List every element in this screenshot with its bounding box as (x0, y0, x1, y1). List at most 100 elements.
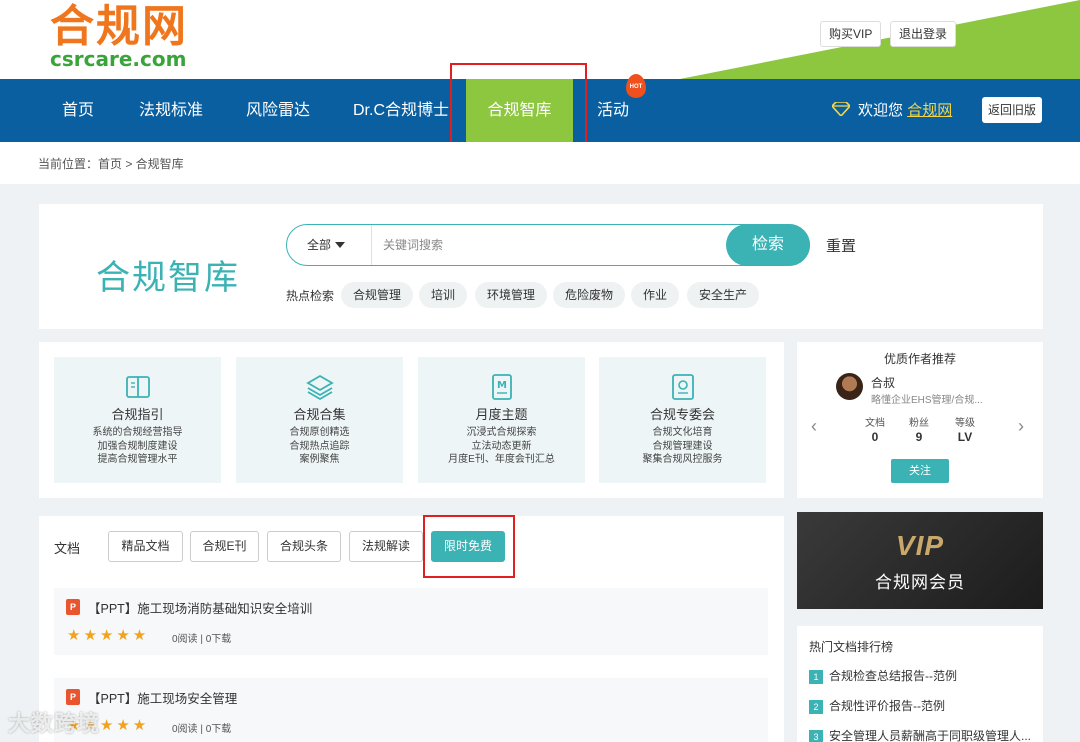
doc-stats: 0阅读 | 0下载 (172, 724, 232, 735)
stat-label: 粉丝 (909, 418, 929, 429)
desc-line: 加强合规制度建设 (97, 440, 178, 452)
desc-line: 月度E刊、年度会刊汇总 (448, 454, 555, 465)
desc-line: 沉浸式合规探索 (466, 427, 537, 438)
doc-title[interactable]: 【PPT】施工现场消防基础知识安全培训 (88, 598, 312, 617)
list-item[interactable]: P 【PPT】施工现场消防基础知识安全培训 ★★★★★ 0阅读 | 0下载 (54, 588, 768, 655)
rank-title: 安全管理人员薪酬高于同职级管理人... (829, 729, 1032, 742)
hot-tag[interactable]: 安全生产 (687, 282, 760, 308)
logo-cn: 合规网 (50, 1, 188, 52)
welcome-area: 欢迎您 合规网 (832, 79, 952, 142)
nav-item-regulations[interactable]: 法规标准 (139, 79, 203, 142)
highlight-box-nav (450, 63, 587, 153)
desc-line: 案例聚焦 (299, 454, 340, 465)
desc-line: 合规文化培育 (652, 427, 713, 438)
stat-label: 文档 (865, 418, 885, 429)
desc-line: 聚集合规风控服务 (642, 454, 723, 465)
chevron-right-icon[interactable]: › (1018, 416, 1024, 437)
category-card-committee[interactable]: 合规专委会 合规文化培育 合规管理建设 聚集合规风控服务 (599, 357, 766, 483)
hot-search-label: 热点检索 (286, 289, 335, 303)
vip-logo: VIP (895, 530, 945, 561)
tab-featured-docs[interactable]: 精品文档 (108, 531, 183, 562)
ranking-item[interactable]: 2 合规性评价报告--范例 (809, 697, 945, 714)
document-m-icon: M (492, 374, 512, 400)
desc-line: 合规原创精选 (289, 427, 350, 438)
layers-icon (306, 374, 334, 401)
category-card-monthly[interactable]: M 月度主题 沉浸式合规探索 立法动态更新 月度E刊、年度会刊汇总 (418, 357, 585, 483)
vip-text: 合规网会员 (875, 573, 965, 592)
logo-en: csrcare.com (50, 47, 187, 71)
list-item[interactable]: P 【PPT】施工现场安全管理 ★★★★★ 0阅读 | 0下载 (54, 678, 768, 742)
hot-tag[interactable]: 环境管理 (475, 282, 548, 308)
rank-number: 3 (809, 730, 823, 742)
doc-title[interactable]: 【PPT】施工现场安全管理 (88, 688, 237, 707)
vip-banner[interactable]: VIP 合规网会员 (797, 512, 1043, 609)
category-desc: 系统的合规经营指导 加强合规制度建设 提高合规管理水平 (54, 426, 221, 467)
ranking-item[interactable]: 1 合规检查总结报告--范例 (809, 667, 957, 684)
username-link[interactable]: 合规网 (907, 102, 952, 119)
category-title: 月度主题 (475, 407, 528, 422)
search-input[interactable] (383, 233, 713, 257)
logout-button[interactable]: 退出登录 (890, 21, 957, 47)
welcome-text: 欢迎您 (858, 102, 904, 119)
desc-line: 合规管理建设 (652, 440, 713, 452)
breadcrumb-bar: 当前位置：首页 > 合规智库 (0, 142, 1080, 184)
desc-line: 提高合规管理水平 (97, 454, 178, 465)
category-desc: 沉浸式合规探索 立法动态更新 月度E刊、年度会刊汇总 (418, 426, 585, 467)
watermark: 大数跨境 (8, 711, 101, 736)
category-desc: 合规原创精选 合规热点追踪 案例聚焦 (236, 426, 403, 467)
hot-tag[interactable]: 危险废物 (553, 282, 626, 308)
diamond-icon (832, 102, 850, 116)
rank-title: 合规检查总结报告--范例 (829, 669, 957, 683)
doc-stats: 0阅读 | 0下载 (172, 634, 232, 645)
stat-value: LV (957, 430, 973, 444)
buy-vip-button[interactable]: 购买VIP (820, 21, 882, 47)
stat-value: 9 (915, 430, 923, 444)
category-card-guide[interactable]: 合规指引 系统的合规经营指导 加强合规制度建设 提高合规管理水平 (54, 357, 221, 483)
tab-e-journal[interactable]: 合规E刊 (190, 531, 259, 562)
stat-value: 0 (871, 430, 879, 444)
nav-item-home[interactable]: 首页 (62, 79, 94, 142)
book-icon (126, 376, 150, 398)
rank-number: 1 (809, 670, 823, 684)
svg-text:M: M (497, 380, 507, 391)
hot-tag[interactable]: 培训 (419, 282, 468, 308)
category-title: 合规专委会 (649, 407, 715, 422)
ranking-item[interactable]: 3 安全管理人员薪酬高于同职级管理人... (809, 727, 1031, 742)
category-desc: 合规文化培育 合规管理建设 聚集合规风控服务 (599, 426, 766, 467)
reset-button[interactable]: 重置 (826, 235, 856, 256)
docs-label: 文档 (54, 541, 81, 556)
tab-headlines[interactable]: 合规头条 (267, 531, 341, 562)
rank-title: 合规性评价报告--范例 (829, 699, 945, 713)
ppt-file-icon: P (66, 599, 80, 615)
hot-tag[interactable]: 作业 (631, 282, 680, 308)
nav-item-events[interactable]: 活动 (597, 79, 629, 142)
rating-stars: ★★★★★ (67, 627, 150, 644)
hot-badge-icon: HOT (626, 74, 646, 98)
page-title: 合规智库 (96, 259, 240, 297)
tab-interpretation[interactable]: 法规解读 (349, 531, 423, 562)
author-name[interactable]: 合叔 (871, 374, 895, 391)
avatar[interactable] (836, 373, 863, 400)
old-version-button[interactable]: 返回旧版 (982, 97, 1043, 123)
category-card-collection[interactable]: 合规合集 合规原创精选 合规热点追踪 案例聚焦 (236, 357, 403, 483)
ppt-file-icon: P (66, 689, 80, 705)
nav-item-drc[interactable]: Dr.C合规博士 (353, 79, 449, 142)
hot-tag[interactable]: 合规管理 (341, 282, 414, 308)
breadcrumb: 当前位置：首页 > 合规智库 (38, 157, 184, 171)
desc-line: 系统的合规经营指导 (92, 427, 183, 438)
follow-button[interactable]: 关注 (891, 459, 949, 483)
site-logo[interactable]: 合规网 csrcare.com (50, 1, 188, 71)
chevron-left-icon[interactable]: ‹ (811, 416, 817, 437)
nav-item-risk-radar[interactable]: 风险雷达 (246, 79, 310, 142)
rank-number: 2 (809, 700, 823, 714)
ranking-title: 热门文档排行榜 (809, 640, 894, 654)
caret-down-icon (335, 242, 346, 248)
author-bio: 略懂企业EHS管理/合规... (871, 395, 983, 406)
category-title: 合规指引 (111, 407, 164, 422)
divider (371, 225, 372, 265)
highlight-box-tab (423, 515, 515, 578)
search-button[interactable]: 检索 (726, 224, 810, 266)
desc-line: 立法动态更新 (471, 440, 532, 452)
scope-select[interactable]: 全部 (307, 225, 346, 265)
category-title: 合规合集 (293, 407, 346, 422)
